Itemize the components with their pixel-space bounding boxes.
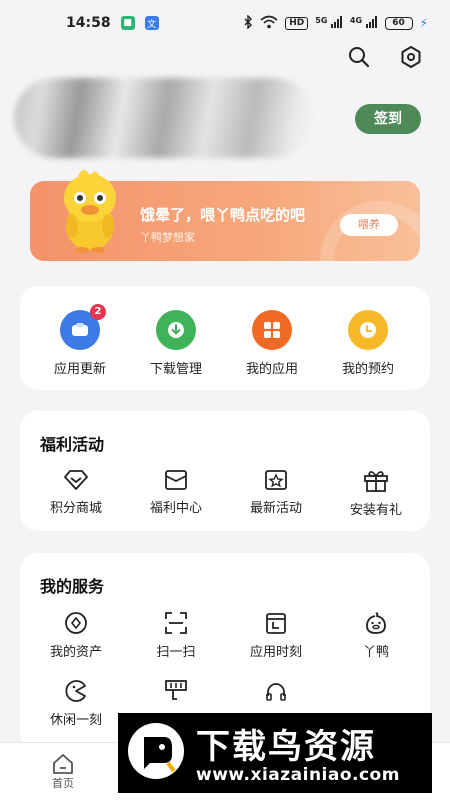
settings-icon[interactable] [398, 44, 424, 70]
signal-5g-icon: 5G [315, 15, 343, 31]
download-icon [156, 310, 196, 350]
quick-action-app-update[interactable]: 2 应用更新 [32, 304, 128, 377]
quick-action-label: 我的应用 [245, 362, 298, 377]
tab-home-label: 首页 [52, 777, 74, 790]
service-item-leisure[interactable]: 休闲一刻 [26, 679, 126, 728]
quick-actions-card: 2 应用更新 下载管理 我的应用 我的预约 [20, 286, 430, 390]
hd-indicator: HD [285, 16, 309, 30]
gift-icon [326, 469, 426, 493]
translate-app-icon: 文 [144, 16, 159, 30]
welfare-item-label: 安装有礼 [349, 503, 402, 518]
home-icon [40, 753, 86, 775]
scan-icon [126, 611, 226, 635]
welfare-item-install-gift[interactable]: 安装有礼 [326, 469, 426, 518]
welfare-item-label: 福利中心 [149, 501, 202, 516]
bird-logo-icon [128, 723, 184, 779]
service-item-label: 应用时刻 [249, 645, 302, 660]
envelope-icon [126, 469, 226, 491]
welfare-item-label: 最新活动 [249, 501, 302, 516]
charging-icon: ⚡ [419, 16, 428, 30]
quick-action-reservation[interactable]: 我的预约 [320, 310, 416, 377]
pacman-icon [26, 679, 126, 703]
header-actions [346, 44, 424, 70]
status-icons: HD 5G 4G 60 ⚡ [243, 13, 428, 32]
diamond-icon [26, 469, 126, 491]
quick-action-label: 下载管理 [149, 362, 202, 377]
quick-action-my-apps[interactable]: 我的应用 [224, 310, 320, 377]
service-item-duck[interactable]: 丫鸭 [326, 611, 426, 660]
user-profile-blurred[interactable] [14, 78, 314, 158]
asset-icon [26, 611, 126, 635]
signal-4g-icon: 4G [350, 15, 378, 31]
service-item-label: 我的资产 [49, 645, 102, 660]
message-app-icon: ■ [120, 16, 135, 30]
service-item-scan[interactable]: 扫一扫 [126, 611, 226, 660]
service-item-audio[interactable] [226, 679, 326, 709]
service-item-label: 休闲一刻 [49, 713, 102, 728]
quick-action-label: 我的预约 [341, 362, 394, 377]
services-title: 我的服务 [40, 577, 105, 596]
banner-title: 饿晕了，喂丫鸭点吃的吧 [140, 206, 306, 224]
clock: 14:58 [66, 15, 111, 31]
apps-grid-icon [252, 310, 292, 350]
search-icon[interactable] [346, 44, 372, 70]
clock-icon [348, 310, 388, 350]
tab-home[interactable]: 首页 [40, 753, 86, 791]
signin-button[interactable]: 签到 [355, 104, 421, 134]
battery-icon: 60 [384, 16, 413, 30]
feed-button[interactable]: 喂养 [340, 214, 398, 236]
welfare-item-label: 积分商城 [49, 501, 102, 516]
app-update-icon: 2 [60, 304, 106, 350]
watermark-overlay: 下载鸟资源 www.xiazainiao.com [118, 713, 432, 793]
watermark-url: www.xiazainiao.com [196, 765, 400, 785]
sign-icon [126, 679, 226, 703]
wifi-icon [260, 15, 278, 32]
quick-action-label: 应用更新 [53, 362, 106, 377]
update-badge: 2 [90, 304, 106, 320]
welfare-title: 福利活动 [40, 435, 105, 454]
quick-action-download[interactable]: 下载管理 [128, 310, 224, 377]
calendar-icon [226, 611, 326, 635]
service-item-app-moments[interactable]: 应用时刻 [226, 611, 326, 660]
welfare-item-center[interactable]: 福利中心 [126, 469, 226, 516]
watermark-title: 下载鸟资源 [196, 727, 376, 767]
welfare-item-points-mall[interactable]: 积分商城 [26, 469, 126, 516]
service-item-label: 扫一扫 [156, 645, 196, 660]
status-bar: 14:58 ■ 文 HD 5G 4G 60 ⚡ [0, 0, 450, 46]
banner-subtitle: 丫鸭梦想家 [140, 231, 195, 244]
service-item-sign[interactable] [126, 679, 226, 709]
headphones-icon [226, 679, 326, 703]
welfare-item-latest-activity[interactable]: 最新活动 [226, 469, 326, 516]
duck-mascot-icon [50, 164, 130, 256]
bluetooth-icon [243, 13, 253, 32]
star-frame-icon [226, 469, 326, 491]
service-item-assets[interactable]: 我的资产 [26, 611, 126, 660]
welfare-card: 福利活动 积分商城 福利中心 最新活动 安装有礼 [20, 411, 430, 531]
duck-icon [326, 611, 426, 635]
service-item-label: 丫鸭 [362, 645, 389, 660]
